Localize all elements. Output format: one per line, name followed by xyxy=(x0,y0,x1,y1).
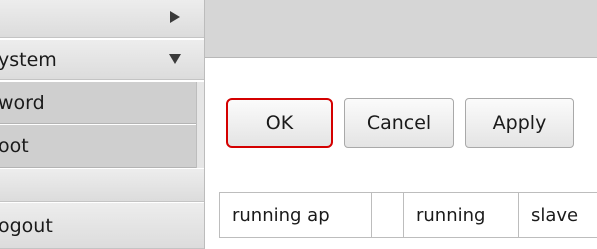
sidebar-item-password[interactable]: word xyxy=(0,82,196,124)
sidebar-divider xyxy=(196,82,204,168)
top-bar xyxy=(205,0,597,58)
sidebar-item-logout[interactable]: ogout xyxy=(0,203,204,249)
sidebar-item-label: ystem xyxy=(0,48,57,71)
triangle-right-icon xyxy=(170,11,180,23)
table-header: running ap running slave xyxy=(219,192,597,238)
sidebar-item-label: oot xyxy=(0,135,29,157)
column-header[interactable] xyxy=(371,193,403,237)
ok-button[interactable]: OK xyxy=(226,98,333,148)
apply-button[interactable]: Apply xyxy=(465,98,574,148)
sidebar: ystem word oot ogout xyxy=(0,0,204,249)
triangle-down-icon xyxy=(169,54,181,64)
sidebar-item-blank[interactable] xyxy=(0,169,204,202)
column-header[interactable]: slave xyxy=(518,193,597,237)
sidebar-item-system[interactable]: ystem xyxy=(0,40,204,80)
column-header[interactable]: running xyxy=(403,193,518,237)
sidebar-item-label: ogout xyxy=(0,214,53,237)
sidebar-item-collapsed[interactable] xyxy=(0,0,204,38)
sidebar-item-label: word xyxy=(0,91,45,114)
cancel-button[interactable]: Cancel xyxy=(344,98,454,148)
column-header[interactable]: running ap xyxy=(219,193,371,237)
sidebar-item-reboot[interactable]: oot xyxy=(0,125,196,168)
